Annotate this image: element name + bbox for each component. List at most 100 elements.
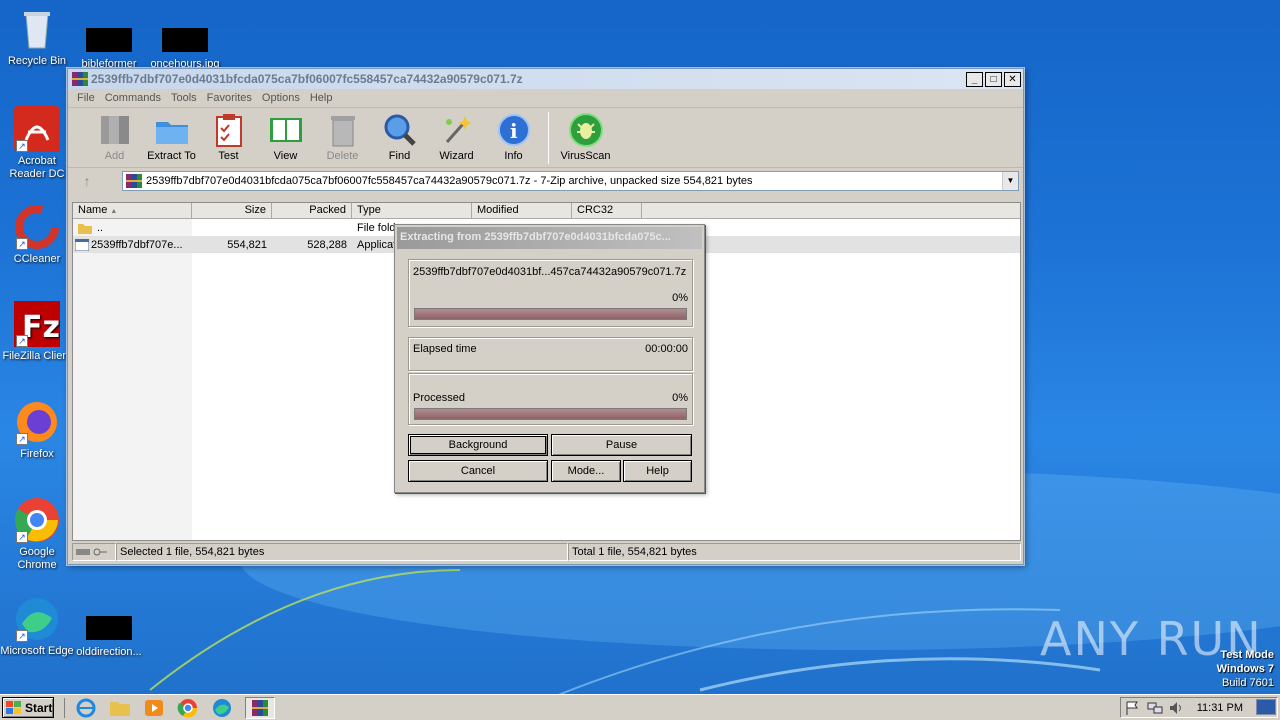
winrar-taskbar-button[interactable]: [245, 696, 275, 719]
shortcut-arrow-icon: ↗: [16, 238, 28, 250]
desktop-icon-redacted-3[interactable]: olddirection...: [72, 616, 146, 659]
minimize-button[interactable]: _: [966, 71, 983, 87]
desktop-icon-redacted-1[interactable]: bibleformer: [72, 28, 146, 71]
recycle-bin-icon: [14, 6, 60, 52]
firefox-icon: ↗: [14, 399, 60, 445]
processed-label: Processed: [413, 392, 465, 404]
test-mode-watermark: Test Mode Windows 7 Build 7601: [1216, 649, 1274, 689]
toolbar-delete-button[interactable]: Delete: [314, 112, 371, 162]
toolbar-find-button[interactable]: Find: [371, 112, 428, 162]
column-header-size[interactable]: Size: [192, 203, 272, 218]
menu-options[interactable]: Options: [257, 92, 305, 104]
total-progress-fill: [415, 409, 686, 419]
desktop-icon-edge[interactable]: ↗ Microsoft Edge: [0, 596, 74, 658]
column-header-name[interactable]: Name ▲: [73, 203, 192, 218]
menu-favorites[interactable]: Favorites: [202, 92, 257, 104]
internet-explorer-icon[interactable]: [75, 698, 97, 718]
sort-ascending-icon: ▲: [110, 208, 118, 215]
menu-commands[interactable]: Commands: [100, 92, 166, 104]
toolbar-wizard-button[interactable]: Wizard: [428, 112, 485, 162]
shortcut-arrow-icon: ↗: [16, 140, 28, 152]
toolbar-info-button[interactable]: i Info: [485, 112, 542, 162]
desktop-icon-label: CCleaner: [13, 253, 61, 265]
total-progress-bar: [414, 408, 687, 420]
shortcut-arrow-icon: ↗: [16, 433, 28, 445]
system-tray: 11:31 PM: [1120, 697, 1278, 718]
edge-icon: ↗: [14, 596, 60, 642]
network-icon[interactable]: [1147, 701, 1163, 715]
flag-icon[interactable]: [1125, 701, 1141, 715]
extract-folder-icon: [154, 112, 190, 148]
cancel-button[interactable]: Cancel: [408, 460, 548, 482]
chevron-down-icon[interactable]: ▼: [1002, 172, 1018, 190]
toolbar-extract-to-button[interactable]: Extract To: [143, 112, 200, 162]
column-header-packed[interactable]: Packed: [272, 203, 352, 218]
menu-tools[interactable]: Tools: [166, 92, 202, 104]
status-bar: Selected 1 file, 554,821 bytes Total 1 f…: [72, 543, 1021, 561]
status-drive-icons: [72, 543, 116, 561]
close-button[interactable]: ✕: [1004, 71, 1021, 87]
background-button[interactable]: Background: [408, 434, 548, 456]
address-bar: ↑ 2539ffb7dbf707e0d4031bfcda075ca7bf0600…: [68, 168, 1023, 194]
pause-button[interactable]: Pause: [551, 434, 692, 456]
toolbar-view-button[interactable]: View: [257, 112, 314, 162]
svg-text:i: i: [510, 119, 518, 143]
taskbar: Start 11:31 PM: [0, 694, 1280, 720]
media-player-icon[interactable]: [143, 698, 165, 718]
test-clipboard-icon: [211, 112, 247, 148]
up-arrow-icon[interactable]: ↑: [72, 173, 102, 189]
desktop-icon-ccleaner[interactable]: ↗ CCleaner: [0, 204, 74, 266]
application-icon: [75, 238, 89, 251]
toolbar-separator: [548, 112, 549, 164]
archive-icon: [126, 174, 142, 188]
shortcut-arrow-icon: ↗: [16, 630, 28, 642]
ccleaner-icon: ↗: [14, 204, 60, 250]
desktop-icon-recycle-bin[interactable]: Recycle Bin: [0, 6, 74, 68]
file-explorer-icon[interactable]: [109, 698, 131, 718]
toolbar-test-button[interactable]: Test: [200, 112, 257, 162]
address-field[interactable]: 2539ffb7dbf707e0d4031bfcda075ca7bf06007f…: [122, 171, 1019, 191]
column-header-type[interactable]: Type: [352, 203, 472, 218]
toolbar-virusscan-button[interactable]: VirusScan: [557, 112, 614, 162]
desktop-icon-acrobat[interactable]: ↗ Acrobat Reader DC: [0, 106, 74, 181]
volume-icon[interactable]: [1169, 701, 1185, 715]
desktop-icon-label: Acrobat Reader DC: [9, 155, 65, 180]
find-magnifier-icon: [382, 112, 418, 148]
help-button[interactable]: Help: [623, 460, 692, 482]
clock[interactable]: 11:31 PM: [1197, 702, 1243, 714]
taskbar-separator: [64, 697, 65, 718]
desktop-icon-chrome[interactable]: ↗ Google Chrome: [0, 497, 74, 572]
edge-taskbar-icon[interactable]: [211, 698, 233, 718]
address-text: 2539ffb7dbf707e0d4031bfcda075ca7bf06007f…: [146, 175, 753, 187]
show-desktop-button[interactable]: [1256, 699, 1276, 715]
mode-button[interactable]: Mode...: [551, 460, 621, 482]
chrome-taskbar-icon[interactable]: [177, 698, 199, 718]
menu-help[interactable]: Help: [305, 92, 338, 104]
menu-file[interactable]: File: [72, 92, 100, 104]
desktop-icon-label: olddirection...: [76, 646, 142, 658]
file-list-header: Name ▲ Size Packed Type Modified CRC32: [73, 203, 1020, 219]
desktop-icon-firefox[interactable]: ↗ Firefox: [0, 399, 74, 461]
desktop-icon-redacted-2[interactable]: oncehours.jpg: [148, 28, 222, 71]
view-book-icon: [268, 112, 304, 148]
menu-bar: File Commands Tools Favorites Options He…: [68, 89, 1023, 108]
start-button[interactable]: Start: [2, 697, 54, 718]
redacted-file-icon: [86, 616, 132, 640]
elapsed-label: Elapsed time: [413, 343, 477, 355]
name-column-shade: [73, 219, 192, 540]
window-titlebar[interactable]: 2539ffb7dbf707e0d4031bfcda075ca7bf06007f…: [68, 69, 1023, 89]
winrar-app-icon: [72, 72, 88, 86]
virusscan-icon: [568, 112, 604, 148]
maximize-button[interactable]: □: [985, 71, 1002, 87]
folder-icon: [78, 223, 92, 234]
elapsed-panel: Elapsed time 00:00:00: [408, 337, 693, 371]
desktop-icon-filezilla[interactable]: Fz ↗ FileZilla Client: [0, 301, 74, 363]
toolbar-add-button[interactable]: Add: [86, 112, 143, 162]
info-icon: i: [496, 112, 532, 148]
dialog-title[interactable]: Extracting from 2539ffb7dbf707e0d4031bfc…: [397, 227, 702, 249]
column-header-modified[interactable]: Modified: [472, 203, 572, 218]
column-header-crc32[interactable]: CRC32: [572, 203, 642, 218]
key-icon: [93, 548, 107, 556]
extract-dialog: Extracting from 2539ffb7dbf707e0d4031bfc…: [394, 224, 705, 493]
redacted-file-icon: [86, 28, 132, 52]
